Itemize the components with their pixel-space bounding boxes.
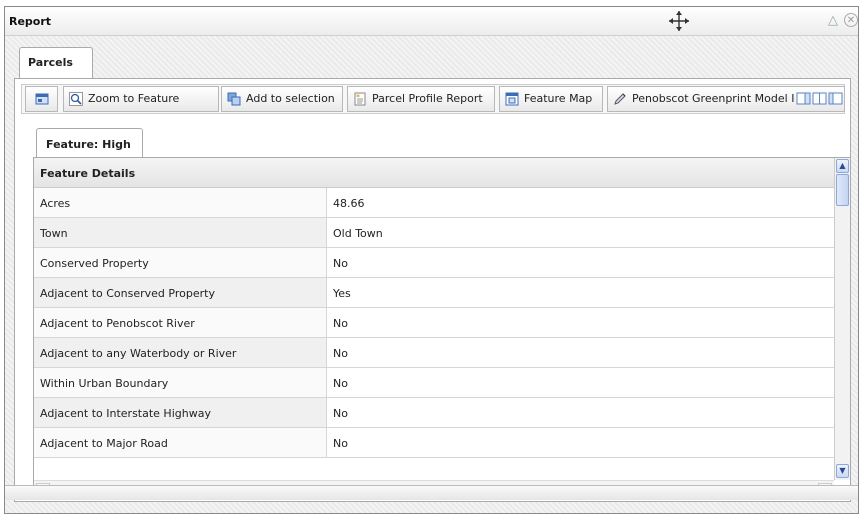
parcels-panel: Zoom to Feature Add to selection Parcel … [14,78,851,502]
row-value: Old Town [327,218,834,247]
scroll-up-icon[interactable]: ▲ [836,159,849,173]
feature-details-table: Feature Details Acres 48.66 Town Old Tow… [33,157,851,499]
table-row: Town Old Town [34,218,834,248]
report-window: Report △ ✕ Parcels Zoom to Feature Add t… [4,6,859,514]
add-to-selection-button[interactable]: Add to selection [221,86,343,112]
report-document-icon [354,92,366,106]
vertical-scrollbar[interactable]: ▲ ▼ [834,158,850,480]
panel-layout-icons[interactable] [796,92,844,106]
table-row: Adjacent to Interstate Highway No [34,398,834,428]
row-label: Adjacent to any Waterbody or River [34,338,327,367]
move-icon[interactable] [667,10,691,32]
row-label: Adjacent to Penobscot River [34,308,327,337]
greenprint-model-label: Penobscot Greenprint Model I [632,92,795,105]
parcel-profile-report-button[interactable]: Parcel Profile Report [347,86,495,112]
pencil-edit-icon [614,93,626,105]
row-label: Conserved Property [34,248,327,277]
window-title: Report [9,15,52,28]
title-bar[interactable]: Report △ ✕ [5,7,858,36]
close-icon[interactable]: ✕ [844,13,858,27]
row-value: No [327,368,834,397]
row-value: No [327,248,834,277]
row-label: Adjacent to Conserved Property [34,278,327,307]
parcel-profile-report-label: Parcel Profile Report [372,92,483,105]
status-footer [5,485,858,500]
collapse-icon[interactable]: △ [828,13,838,28]
row-value: No [327,308,834,337]
row-label: Acres [34,188,327,217]
layout-button[interactable] [25,86,58,112]
feature-map-label: Feature Map [524,92,593,105]
scroll-thumb[interactable] [836,174,849,206]
magnifier-icon [69,92,83,106]
table-row: Conserved Property No [34,248,834,278]
row-label: Within Urban Boundary [34,368,327,397]
table-row: Adjacent to Major Road No [34,428,834,458]
row-value: Yes [327,278,834,307]
table-row: Adjacent to Penobscot River No [34,308,834,338]
table-row: Adjacent to Conserved Property Yes [34,278,834,308]
row-label: Adjacent to Major Road [34,428,327,457]
row-label: Adjacent to Interstate Highway [34,398,327,427]
table-row: Within Urban Boundary No [34,368,834,398]
table-row: Adjacent to any Waterbody or River No [34,338,834,368]
feature-details-header: Feature Details [34,158,834,188]
tab-feature-high[interactable]: Feature: High [36,128,143,158]
table-row: Acres 48.66 [34,188,834,218]
tab-parcels[interactable]: Parcels [19,47,93,79]
add-selection-icon [227,92,241,106]
map-window-icon [505,92,519,106]
window-layout-icon [35,93,49,105]
zoom-to-feature-button[interactable]: Zoom to Feature [63,86,219,112]
feature-map-button[interactable]: Feature Map [499,86,603,112]
zoom-to-feature-label: Zoom to Feature [88,92,180,105]
row-value: No [327,338,834,367]
row-value: 48.66 [327,188,834,217]
scroll-down-icon[interactable]: ▼ [836,464,849,478]
toolbar: Zoom to Feature Add to selection Parcel … [21,84,845,114]
row-value: No [327,398,834,427]
row-value: No [327,428,834,457]
row-label: Town [34,218,327,247]
add-to-selection-label: Add to selection [246,92,335,105]
